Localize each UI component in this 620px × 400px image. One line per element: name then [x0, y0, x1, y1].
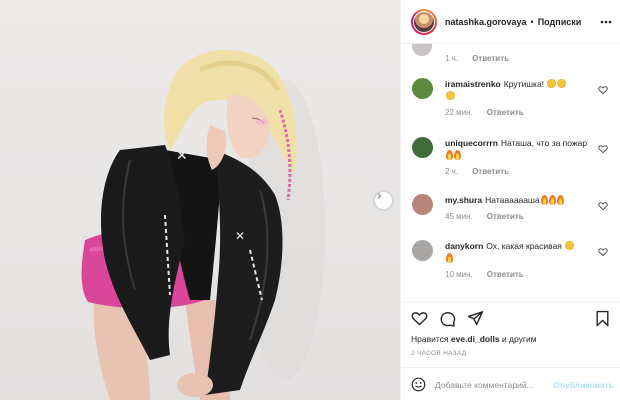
- liker-username[interactable]: eve.di_dolls: [451, 334, 500, 344]
- heart-icon: [411, 312, 428, 326]
- likes-prefix: Нравится: [411, 334, 449, 344]
- reply-button[interactable]: Ответить: [472, 54, 509, 63]
- paper-plane-icon: [467, 311, 484, 326]
- next-photo-button[interactable]: [375, 192, 392, 209]
- comment-avatar[interactable]: [412, 240, 433, 261]
- heart-eyes-emoji-icon: [547, 79, 557, 88]
- comment-username[interactable]: danykorn: [445, 241, 483, 251]
- reply-button[interactable]: Ответить: [472, 166, 509, 178]
- bookmark-icon: [596, 310, 609, 327]
- comment-text: Наташа, что за пожар: [500, 138, 588, 148]
- comment-time: 45 мин.: [445, 212, 473, 221]
- comment-avatar[interactable]: [412, 44, 432, 56]
- header-separator: •: [530, 16, 534, 27]
- share-button[interactable]: [467, 310, 484, 327]
- post-header: natashka.gorovaya • Подписки: [401, 0, 620, 44]
- fire-emoji-icon: [454, 150, 461, 160]
- more-dots-icon: [600, 20, 612, 24]
- comment-like-heart-icon[interactable]: [598, 144, 608, 154]
- add-comment-input[interactable]: [435, 379, 545, 390]
- emoji-icon[interactable]: [411, 377, 426, 392]
- comment-username[interactable]: uniquecorrrn: [445, 138, 498, 148]
- comment-username[interactable]: iramaistrenko: [445, 79, 501, 89]
- comment-avatar[interactable]: [412, 137, 433, 158]
- comment-like-heart-icon[interactable]: [598, 247, 608, 257]
- fire-emoji-icon: [548, 195, 556, 205]
- author-username[interactable]: natashka.gorovaya: [445, 17, 527, 27]
- comment-meta: 22 мин. Ответить: [445, 107, 590, 119]
- comment-like-heart-icon[interactable]: [598, 201, 608, 211]
- comment-avatar[interactable]: [412, 78, 433, 99]
- comment-icon: [440, 311, 456, 327]
- save-button[interactable]: [594, 310, 611, 327]
- post-actions: Нравится eve.di_dolls и другим 2 ЧАСОВ Н…: [401, 302, 620, 400]
- svg-text:✕: ✕: [176, 148, 188, 164]
- like-button[interactable]: [411, 310, 428, 327]
- add-comment-bar: Опубликовать: [401, 367, 620, 400]
- reply-button[interactable]: Ответить: [487, 211, 524, 223]
- comment-text: Ох, какая красивая: [486, 241, 562, 251]
- comment-meta: 1 ч. Ответить: [445, 54, 509, 63]
- heart-eyes-emoji-icon: [557, 79, 567, 88]
- reply-button[interactable]: Ответить: [487, 107, 524, 119]
- following-button[interactable]: Подписки: [538, 17, 582, 27]
- comment-meta: 45 мин. Ответить: [445, 211, 590, 223]
- likes-summary: Нравится eve.di_dolls и другим: [411, 334, 537, 344]
- likes-suffix[interactable]: и другим: [502, 334, 537, 344]
- comment-meta: 2 ч. Ответить: [445, 166, 590, 178]
- fire-emoji-icon: [446, 253, 453, 263]
- comment-text: Крутишка!: [503, 79, 545, 89]
- comment-time: 22 мин.: [445, 108, 473, 117]
- avatar[interactable]: [411, 8, 437, 35]
- comments-list[interactable]: 1 ч. Ответить iramaistrenko Крутишка! 22 …: [401, 44, 620, 302]
- comment-username[interactable]: my.shura: [445, 195, 482, 205]
- comment-button[interactable]: [439, 310, 456, 327]
- comment-meta: 10 мин. Ответить: [445, 269, 590, 281]
- fire-emoji-icon: [446, 150, 453, 160]
- svg-text:✕: ✕: [235, 229, 245, 243]
- post-photo[interactable]: ✕ ✕: [0, 0, 400, 400]
- heart-eyes-emoji-icon: [446, 91, 455, 100]
- photo-illustration: ✕ ✕: [81, 49, 325, 400]
- comment-text: Натааааааша: [485, 195, 540, 205]
- post-sidebar: natashka.gorovaya • Подписки 1 ч. Ответи…: [400, 0, 620, 400]
- reply-button[interactable]: Ответить: [487, 269, 524, 281]
- heart-eyes-emoji-icon: [565, 241, 575, 250]
- fire-emoji-icon: [556, 195, 564, 205]
- comment-time: 2 ч.: [445, 167, 459, 176]
- fire-emoji-icon: [540, 195, 548, 205]
- comment-time: 10 мин.: [445, 270, 473, 279]
- chevron-right-icon: [377, 193, 382, 199]
- comment-like-heart-icon[interactable]: [598, 85, 608, 95]
- more-options-button[interactable]: [599, 15, 613, 29]
- comment-avatar[interactable]: [412, 194, 433, 215]
- publish-button[interactable]: Опубликовать: [553, 380, 614, 390]
- post-timestamp[interactable]: 2 ЧАСОВ НАЗАД: [411, 350, 466, 357]
- comment-time: 1 ч.: [445, 54, 459, 63]
